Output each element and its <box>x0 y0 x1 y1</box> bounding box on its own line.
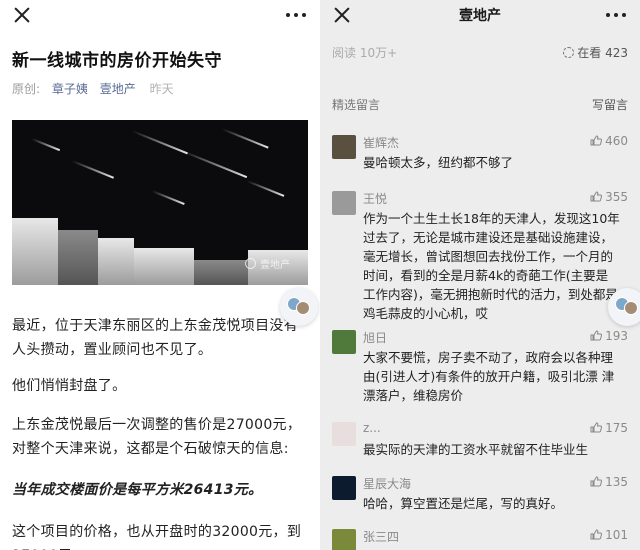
image-watermark: 壹地产 <box>245 256 290 271</box>
avatar-icon <box>296 301 310 315</box>
like-button[interactable]: 101 <box>590 528 628 542</box>
floating-reader-button[interactable] <box>280 288 318 326</box>
article-hero-image: 壹地产 <box>12 120 308 285</box>
original-label: 原创: <box>12 82 41 96</box>
comment-text: 曼哈顿太多，纽约都不够了 <box>363 155 514 170</box>
avatar[interactable] <box>332 191 356 215</box>
like-count: 193 <box>605 329 628 343</box>
author-link[interactable]: 章子姨 <box>52 82 88 96</box>
article-emphasis: 当年成交楼面价是每平方米26413元。 <box>12 482 263 498</box>
account-link[interactable]: 壹地产 <box>100 82 136 96</box>
like-count: 135 <box>605 475 628 489</box>
article-paragraph: 这个项目的价格，也从开盘时的32000元，到27000元 <box>12 524 302 550</box>
commenter-name: 张三四 <box>363 530 400 544</box>
article-stats: 阅读 10万+ 在看 423 <box>332 44 628 61</box>
like-button[interactable]: 135 <box>590 475 628 489</box>
like-icon <box>590 422 603 433</box>
write-comment-button[interactable]: 写留言 <box>592 96 628 113</box>
account-title: 壹地产 <box>459 8 501 24</box>
like-count: 460 <box>605 134 628 148</box>
article-paragraph: 最近，位于天津东丽区的上东金茂悦项目没有人头攒动，置业顾问也不见了。 <box>12 318 298 358</box>
article-paragraph: 他们悄悄封盘了。 <box>12 378 127 394</box>
like-icon <box>590 191 603 202</box>
avatar[interactable] <box>332 135 356 159</box>
more-options-icon[interactable] <box>286 13 306 18</box>
like-icon <box>590 135 603 146</box>
commenter-name: 旭日 <box>363 331 388 345</box>
commenter-name: 王悦 <box>363 192 388 206</box>
avatar[interactable] <box>332 330 356 354</box>
like-button[interactable]: 193 <box>590 329 628 343</box>
like-button[interactable]: 175 <box>590 421 628 435</box>
article-paragraph: 上东金茂悦最后一次调整的售价是27000元，对整个天津来说，这都是个石破惊天的信… <box>12 417 302 457</box>
like-button[interactable]: 460 <box>590 134 628 148</box>
comments-header: 精选留言 写留言 <box>332 96 628 113</box>
like-icon <box>590 330 603 341</box>
close-icon[interactable] <box>13 6 31 24</box>
commenter-name: 星辰大海 <box>363 477 412 491</box>
comment-text: 作为一个土生土长18年的天津人，发现这10年过去了，无论是城市建设还是基础设施建… <box>363 211 620 321</box>
article-title: 新一线城市的房价开始失守 <box>12 51 222 71</box>
floating-reader-button[interactable] <box>608 288 640 326</box>
avatar[interactable] <box>332 422 356 446</box>
avatar-icon <box>624 301 638 315</box>
zaikan-count: 在看 423 <box>577 46 628 60</box>
more-options-icon[interactable] <box>606 13 626 18</box>
comment-text: 大家不要慌，房子卖不动了，政府会以各种理由(引进人才)有条件的放开户籍，吸引北漂… <box>363 350 615 403</box>
comment-text: 哈哈，算空置还是烂尾，写的真好。 <box>363 496 564 511</box>
article-meta: 原创: 章子姨 壹地产 昨天 <box>12 80 174 97</box>
publish-date: 昨天 <box>149 82 174 96</box>
commenter-name: 崔辉杰 <box>363 136 400 150</box>
like-count: 101 <box>605 528 628 542</box>
zaikan-button[interactable]: 在看 423 <box>563 44 628 61</box>
zaikan-icon <box>563 47 575 58</box>
like-button[interactable]: 355 <box>590 190 628 204</box>
like-icon <box>590 476 603 487</box>
like-count: 175 <box>605 421 628 435</box>
section-label: 精选留言 <box>332 98 381 112</box>
article-topbar <box>0 0 320 30</box>
article-panel: 新一线城市的房价开始失守 原创: 章子姨 壹地产 昨天 壹地产 最近，位于天津东… <box>0 0 320 550</box>
comments-topbar: 壹地产 <box>320 0 640 30</box>
commenter-name: z... <box>363 421 381 435</box>
avatar[interactable] <box>332 529 356 550</box>
avatar[interactable] <box>332 476 356 500</box>
like-count: 355 <box>605 190 628 204</box>
comment-text: 最实际的天津的工资水平就留不住毕业生 <box>363 442 589 457</box>
comments-panel: 壹地产 阅读 10万+ 在看 423 精选留言 写留言 崔辉杰 460 曼哈顿太多，… <box>320 0 640 550</box>
read-count: 阅读 10万+ <box>332 46 398 60</box>
like-icon <box>590 529 603 540</box>
